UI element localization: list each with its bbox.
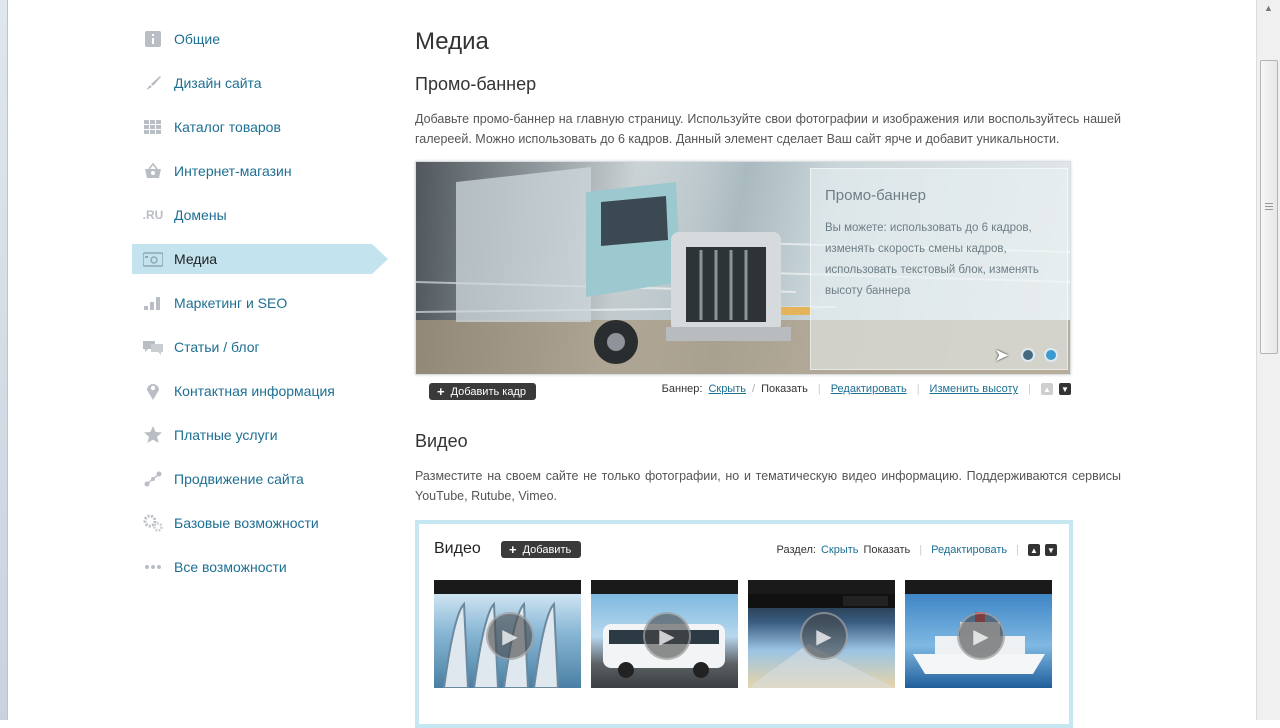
video-hide-link[interactable]: Скрыть <box>821 544 859 556</box>
sidebar-item-label: Маркетинг и SEO <box>174 295 288 311</box>
share-icon <box>132 471 174 487</box>
sidebar-item-label: Базовые возможности <box>174 515 319 531</box>
video-heading: Видео <box>415 431 468 451</box>
sidebar-item-all-features[interactable]: Все возможности <box>132 552 392 582</box>
slide-dot[interactable] <box>1021 348 1035 362</box>
sidebar-item-basic-features[interactable]: Базовые возможности <box>132 508 392 538</box>
add-frame-label: Добавить кадр <box>450 385 526 398</box>
grid-icon <box>132 120 174 134</box>
video-block-preview: Видео + Добавить Раздел: Скрыть Показать… <box>415 520 1073 728</box>
media-icon <box>132 251 174 267</box>
play-icon: ▶ <box>957 612 1005 660</box>
plus-icon: + <box>437 384 445 399</box>
banner-overlay-title: Промо-баннер <box>825 187 926 204</box>
grip-icon <box>1265 203 1273 204</box>
move-down-icon[interactable]: ▼ <box>1059 383 1071 395</box>
vertical-scrollbar[interactable]: ▲ <box>1256 0 1280 720</box>
brush-icon <box>132 74 174 92</box>
sidebar-item-label: Продвижение сайта <box>174 471 304 487</box>
window-edge <box>0 0 8 720</box>
play-icon: ▶ <box>800 612 848 660</box>
sidebar-item-blog[interactable]: Статьи / блог <box>132 332 392 362</box>
sidebar-item-label: Медиа <box>174 251 218 267</box>
video-thumbnails: ▶ ▶ ▶ ▶ <box>434 580 1052 689</box>
banner-overlay-text: Вы можете: использовать до 6 кадров, изм… <box>825 222 1039 297</box>
banner-edit-link[interactable]: Редактировать <box>831 383 907 395</box>
divider: | <box>919 544 923 556</box>
sidebar-item-label: Контактная информация <box>174 383 335 399</box>
scrollbar-thumb[interactable] <box>1260 60 1278 354</box>
sidebar-item-label: Дизайн сайта <box>174 75 262 91</box>
add-frame-button[interactable]: + Добавить кадр <box>429 383 536 400</box>
video-thumbnail[interactable]: ▶ <box>591 580 738 688</box>
video-controls: Раздел: Скрыть Показать | Редактировать … <box>777 544 1057 556</box>
sidebar: Общие Дизайн сайта Каталог товаров Интер… <box>132 24 392 596</box>
banner-height-link[interactable]: Изменить высоту <box>930 383 1019 395</box>
sidebar-item-domains[interactable]: .RU Домены <box>132 200 392 230</box>
move-up-icon[interactable]: ▲ <box>1041 383 1053 395</box>
sidebar-item-media[interactable]: Медиа <box>132 244 388 274</box>
banner-text-block: Промо-баннер Вы можете: использовать до … <box>810 168 1068 370</box>
banner-label: Баннер: <box>661 383 703 395</box>
sidebar-item-label: Каталог товаров <box>174 119 281 135</box>
sidebar-item-catalog[interactable]: Каталог товаров <box>132 112 392 142</box>
plus-icon: + <box>509 542 517 557</box>
mouse-cursor-icon: ➤ <box>994 345 1010 365</box>
sidebar-item-label: Статьи / блог <box>174 339 260 355</box>
page-title: Медиа <box>415 28 489 55</box>
divider: | <box>1016 544 1019 556</box>
sidebar-item-design[interactable]: Дизайн сайта <box>132 68 392 98</box>
banner-slide-dots <box>1021 348 1058 362</box>
section-label: Раздел: <box>776 544 816 556</box>
banner-hide-link[interactable]: Скрыть <box>708 383 746 395</box>
scroll-up-icon[interactable]: ▲ <box>1260 0 1277 17</box>
add-video-button[interactable]: + Добавить <box>501 541 582 558</box>
banner-controls: Баннер: Скрыть / Показать | Редактироват… <box>662 383 1071 395</box>
divider: | <box>817 383 821 395</box>
gears-icon <box>132 514 174 532</box>
video-thumbnail[interactable]: ▶ <box>905 580 1052 688</box>
divider: | <box>916 383 920 395</box>
sidebar-item-label: Домены <box>174 207 227 223</box>
move-up-icon[interactable]: ▲ <box>1028 544 1040 556</box>
bars-icon <box>132 296 174 310</box>
sidebar-item-paid-services[interactable]: Платные услуги <box>132 420 392 450</box>
banner-toolbar: + Добавить кадр Баннер: Скрыть / Показат… <box>415 381 1071 407</box>
video-block-header: Видео + Добавить Раздел: Скрыть Показать… <box>419 524 1069 564</box>
sidebar-item-shop[interactable]: Интернет-магазин <box>132 156 392 186</box>
promo-heading: Промо-баннер <box>415 74 537 94</box>
basket-icon <box>132 163 174 179</box>
video-description: Разместите на своем сайте не только фото… <box>415 469 1121 503</box>
chat-icon <box>132 339 174 355</box>
sidebar-item-label: Платные услуги <box>174 427 278 443</box>
sidebar-item-label: Общие <box>174 31 221 47</box>
play-icon: ▶ <box>643 612 691 660</box>
move-down-icon[interactable]: ▼ <box>1045 544 1057 556</box>
ru-domain-icon: .RU <box>142 208 164 222</box>
star-icon <box>132 426 174 444</box>
banner-show-link[interactable]: Показать <box>761 383 808 395</box>
sidebar-item-label: Интернет-магазин <box>174 163 292 179</box>
sidebar-item-general[interactable]: Общие <box>132 24 392 54</box>
promo-description: Добавьте промо-баннер на главную страниц… <box>415 112 1121 146</box>
video-block-title: Видео <box>434 540 481 557</box>
sidebar-item-promotion[interactable]: Продвижение сайта <box>132 464 392 494</box>
info-icon <box>132 31 174 47</box>
add-video-label: Добавить <box>522 543 572 556</box>
sidebar-item-label: Все возможности <box>174 559 287 575</box>
video-thumbnail[interactable]: ▶ <box>434 580 581 689</box>
slide-dot-active[interactable] <box>1044 348 1058 362</box>
divider: | <box>1028 383 1031 395</box>
play-icon: ▶ <box>486 612 534 660</box>
slash-separator: / <box>752 383 756 395</box>
sidebar-item-contacts[interactable]: Контактная информация <box>132 376 392 406</box>
dots-icon <box>132 564 174 570</box>
pin-icon <box>132 382 174 400</box>
video-edit-link[interactable]: Редактировать <box>931 544 1007 556</box>
main-content: Медиа Промо-баннер Добавьте промо-баннер… <box>415 22 1121 728</box>
sidebar-item-marketing[interactable]: Маркетинг и SEO <box>132 288 392 318</box>
promo-banner-preview[interactable]: Промо-баннер Вы можете: использовать до … <box>415 161 1071 375</box>
video-show-link[interactable]: Показать <box>864 544 911 556</box>
video-thumbnail[interactable]: ▶ <box>748 580 895 688</box>
